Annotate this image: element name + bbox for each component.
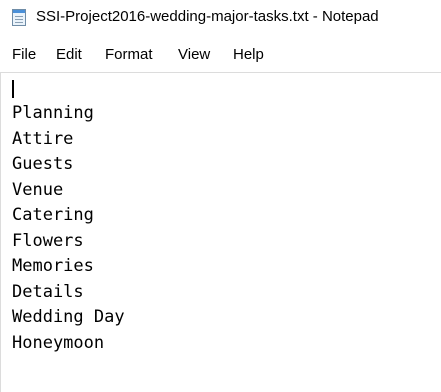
notepad-icon[interactable] [12,9,26,26]
notepad-window: SSI-Project2016-wedding-major-tasks.txt … [0,0,441,392]
title-bar[interactable]: SSI-Project2016-wedding-major-tasks.txt … [0,0,441,36]
menu-edit[interactable]: Edit [56,46,82,63]
text-line: Details [12,281,84,302]
menu-format[interactable]: Format [105,46,153,63]
menu-view[interactable]: View [178,46,210,63]
text-line: Planning [12,103,94,123]
text-line: Catering [12,205,94,225]
text-line: Flowers [12,230,84,251]
menu-help[interactable]: Help [233,46,264,63]
text-line: Guests [12,154,74,174]
text-content[interactable]: Planning Attire Guests Venue Catering Fl… [12,101,125,356]
text-line: Memories [12,256,94,276]
text-line: Wedding Day [12,307,125,327]
text-caret [12,80,14,98]
text-line: Attire [12,128,74,149]
text-line: Venue [12,179,64,200]
menu-bar: File Edit Format View Help [0,37,441,71]
text-line: Honeymoon [12,332,105,353]
menu-file[interactable]: File [12,46,36,63]
window-title: SSI-Project2016-wedding-major-tasks.txt … [36,8,379,25]
